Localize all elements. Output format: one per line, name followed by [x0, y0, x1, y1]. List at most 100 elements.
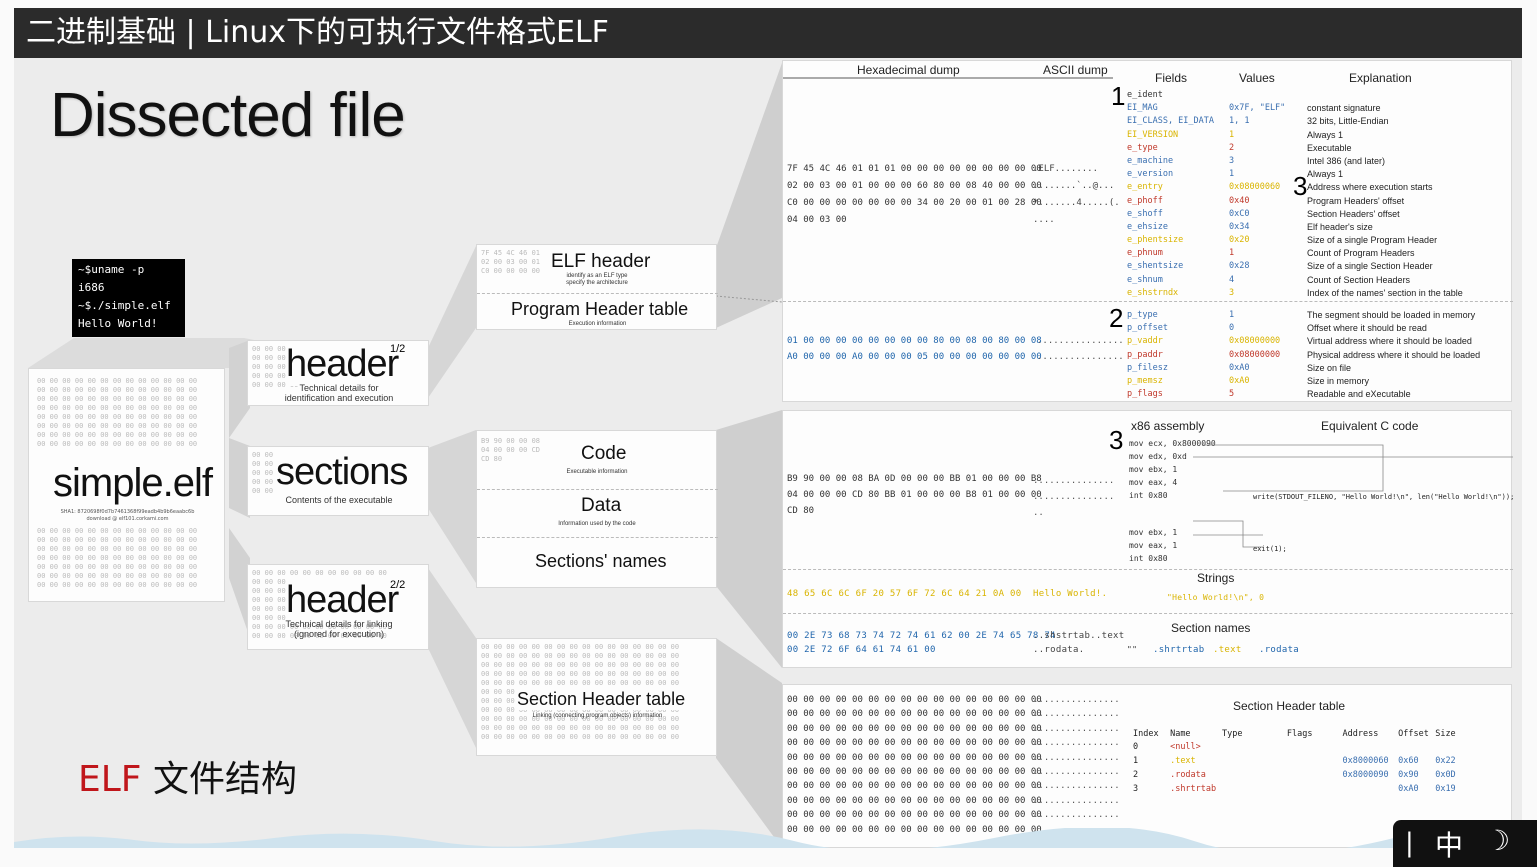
sht-cell: .shrtrtab	[1170, 784, 1217, 794]
caption-rest: 文件结构	[141, 759, 297, 800]
section-header-box: 00 00 00 00 00 00 00 00 00 00 00 00 00 0…	[476, 638, 717, 756]
field-value: 0x7F, "ELF"	[1229, 103, 1286, 114]
names-value: .text	[1213, 645, 1242, 655]
field-explanation: Always 1	[1307, 169, 1344, 180]
marker-2: 2	[1109, 303, 1124, 333]
hex-row: 02 00 03 00 01 00 00 00 60 80 00 08 40 0…	[787, 181, 1042, 191]
field-value: 3	[1229, 287, 1235, 298]
field-explanation: Intel 386 (and later)	[1307, 155, 1386, 166]
field-name: e_shentsize	[1127, 261, 1184, 272]
ime-moon-icon[interactable]: ☽	[1485, 824, 1510, 857]
hex-row: 00 00 00 00 00 00 00 00 00 00 00 00 00 0…	[787, 709, 1042, 720]
field-name: e_shstrndx	[1127, 287, 1179, 298]
c-title: Equivalent C code	[1321, 419, 1419, 433]
names-ascii-row: ..rodata.	[1033, 645, 1085, 655]
sht-cell: 0x8000060	[1342, 756, 1389, 766]
col-explanation: Explanation	[1349, 71, 1412, 85]
section-names-title: Sections' names	[535, 551, 667, 571]
field-explanation	[1307, 89, 1463, 102]
field-name: e_type	[1127, 142, 1158, 153]
hex-row: 00 00 00 00 00 00 00 00 00 00 00 00 00 0…	[787, 810, 1042, 821]
ime-chinese-mode-button[interactable]: 中	[1435, 824, 1463, 864]
sht-cell	[1287, 769, 1343, 781]
field-explanation: Virtual address where it should be loade…	[1307, 336, 1472, 347]
field-explanation: Size of a single Program Header	[1307, 235, 1438, 246]
sht-column-header: Address	[1342, 729, 1379, 739]
program-header-hex: 01 00 00 00 00 00 00 00 00 80 00 08 00 8…	[787, 333, 1042, 365]
sht-row: 1 .text 0x8000060 0x60 0x22	[1133, 755, 1463, 767]
elf-ascii-dump: .ELF........ ........`..@... *.......4....…	[1033, 161, 1120, 229]
caption-accent: ELF	[78, 759, 142, 800]
sht-header-row: Index Name Type Flags Address Offset Size	[1133, 729, 1463, 739]
ime-toolbar[interactable]: | 中 ☽	[1393, 820, 1537, 867]
sht-cell: 0x8000090	[1342, 770, 1389, 780]
sub-line: (ignored for execution)	[293, 629, 385, 639]
header-part2-sup: 2/2	[390, 579, 406, 591]
section-header-sub: Linking (connecting program objects) inf…	[532, 713, 663, 719]
header-part2-sub: Technical details for linking (ignored fo…	[248, 619, 430, 639]
ascii-row: .ELF........	[1033, 164, 1099, 174]
sht-column-header: Index	[1133, 729, 1159, 739]
marker-1: 1	[1111, 81, 1126, 111]
ascii-row: ........`..@...	[1033, 181, 1115, 191]
sht-cell	[1287, 755, 1343, 767]
c-exit-call: exit(1);	[1253, 545, 1287, 553]
code-ascii-dump: ............... ............... ..	[1033, 476, 1115, 518]
field-value: 0x34	[1229, 221, 1250, 232]
field-name: EI_VERSION	[1127, 129, 1179, 140]
names-hex-row: 00 2E 73 68 73 74 72 74 61 62 00 2E 74 6…	[787, 631, 1056, 641]
terminal-output: ~$uname -p i686 ~$./simple.elf Hello World!	[72, 259, 185, 337]
sections-detail-box: B9 90 00 00 08 BA 04 00 00 00 CD 80 CD 8…	[476, 430, 718, 588]
asm-title: x86 assembly	[1131, 419, 1205, 433]
field-value: 1	[1229, 169, 1235, 180]
sht-hex-dump: 00 00 00 00 00 00 00 00 00 00 00 00 00 0…	[787, 693, 1042, 837]
field-explanation: Program Headers' offset	[1307, 195, 1405, 206]
field-value: 0x08000060	[1229, 182, 1281, 193]
sht-ascii-dump: ................ ................ ......…	[1033, 695, 1120, 835]
sht-cell	[1222, 783, 1287, 795]
field-explanation: Size in memory	[1307, 375, 1370, 386]
sht-cell: <null>	[1170, 742, 1201, 752]
header-part1-sup: 1/2	[390, 343, 406, 355]
field-value: 0x28	[1229, 261, 1250, 272]
field-name: e_entry	[1127, 182, 1163, 193]
sub-line: specify the architecture	[566, 280, 628, 286]
sht-cell	[1398, 741, 1435, 753]
field-value: 0x08000000	[1229, 336, 1281, 347]
ascii-row: ....	[1033, 215, 1055, 225]
field-value: 0xC0	[1229, 208, 1250, 219]
field-explanation: Address where execution starts	[1307, 182, 1433, 193]
hex-row: 04 00 00 00 CD 80 BB 01 00 00 00 B8 01 0…	[787, 490, 1042, 500]
header-part1-sub: Technical details for identification and …	[248, 383, 430, 403]
field-name: e_phoff	[1127, 195, 1163, 206]
sht-cell: 0x60	[1398, 756, 1419, 766]
field-name: e_phentsize	[1127, 235, 1184, 246]
elf-header-title: ELF header	[551, 251, 651, 272]
strings-ascii: Hello World!.	[1033, 589, 1108, 599]
elf-header-box: 7F 45 4C 46 01 01 02 00 03 00 01 00 C0 0…	[476, 244, 718, 330]
c-write-call: write(STDOUT_FILENO, "Hello World!\n", l…	[1253, 493, 1515, 501]
hex-row: 00 00 00 00 00 00 00 00 00 00 00 00 00 0…	[787, 695, 1042, 705]
terminal-line: ~$uname -p	[78, 263, 145, 276]
field-explanation: constant signature	[1307, 103, 1381, 114]
file-hash: SHA1: 8720698f0d7b7461368f99eadb4b9b6eaa…	[60, 509, 195, 515]
field-value: 1	[1229, 310, 1235, 320]
field-value: 2	[1229, 142, 1235, 153]
field-explanation: Index of the names' section in the table	[1307, 287, 1463, 298]
field-name: p_memsz	[1127, 375, 1163, 386]
sht-column-header: Offset	[1398, 729, 1429, 739]
field-value: 3	[1229, 155, 1235, 166]
sht-row: 3 .shrtrtab 0xA0 0x19	[1133, 783, 1463, 795]
hex-row: B9 90 00 00 08 BA 0D 00 00 00 BB 01 00 0…	[787, 474, 1042, 484]
names-value-empty: ""	[1127, 645, 1138, 654]
sht-cell: 0xA0	[1398, 784, 1419, 794]
field-value: 1	[1229, 248, 1235, 259]
field-name: EI_MAG	[1127, 103, 1158, 114]
terminal-line: ~$./simple.elf	[78, 299, 171, 312]
sht-cell: 3	[1133, 784, 1139, 794]
screen: 二进制基础 | Linux下的可执行文件格式ELF Dissected file…	[0, 0, 1537, 867]
field-value: 0x40	[1229, 195, 1250, 206]
hex-row: C0 00 00 00 00 00 00 00 34 00 20 00 01 0…	[787, 198, 1042, 208]
sections-title: sections	[276, 451, 408, 494]
code-title: Code	[581, 443, 627, 464]
